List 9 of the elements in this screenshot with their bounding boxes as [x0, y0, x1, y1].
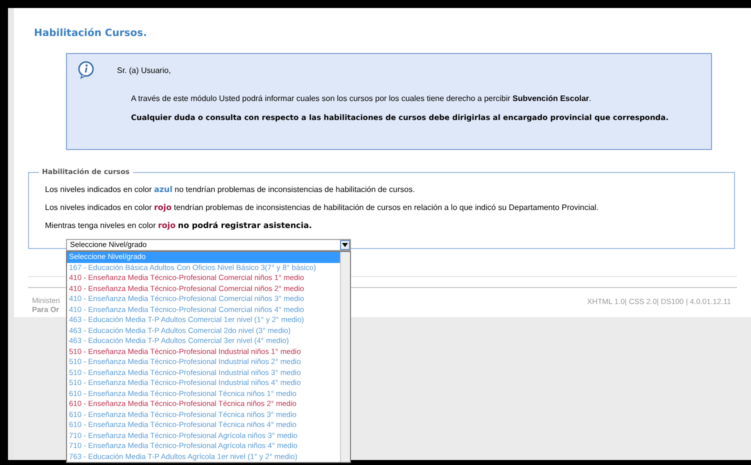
info-icon	[78, 61, 95, 79]
info-line: Los niveles indicados en color azul no tendrían problemas de inconsistencias de habilitación de cursos.	[45, 184, 415, 196]
info-line: Los niveles indicados en color rojo tendrían problemas de inconsistencias de habilitación de cursos en relación a lo que indicó su Departamento Provincial.	[45, 202, 599, 214]
dropdown-arrow-icon[interactable]	[340, 240, 350, 250]
page-title: Habilitación Cursos.	[34, 27, 147, 41]
info-line: Mientras tenga niveles en color rojo no podrá registrar asistencia.	[45, 220, 312, 232]
scrollbar[interactable]	[340, 252, 350, 462]
info-message: A través de este módulo Usted podrá informar cuales son los cursos por los cuales tiene derecho a percibir Subvención Escolar.	[131, 93, 592, 105]
greeting-text: Sr. (a) Usuario,	[117, 65, 171, 77]
